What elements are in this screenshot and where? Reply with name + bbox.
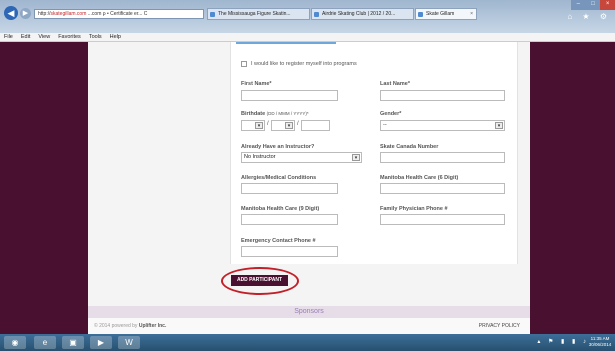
window-controls: – □ × [571,0,615,10]
back-button[interactable]: ◀ [4,6,18,20]
menu-edit[interactable]: Edit [21,33,30,41]
instructor-label: Already Have an Instructor? [241,144,315,150]
taskbar-ie-icon[interactable]: e [34,336,56,349]
skate-canada-label: Skate Canada Number [380,144,439,150]
gender-select[interactable]: -- ▾ [380,120,505,131]
start-button[interactable]: ◉ [4,336,26,349]
tab-favicon-icon [314,12,319,17]
tab-label: Skate Gillam [426,11,455,17]
tab-favicon-icon [210,12,215,17]
privacy-policy-link[interactable]: PRIVACY POLICY [479,318,520,334]
menu-bar: File Edit View Favorites Tools Help [0,33,615,42]
last-name-input[interactable] [380,90,505,101]
chevron-down-icon: ▾ [352,154,360,161]
birthdate-hint: (DD / MMM / YYYY)* [266,111,309,116]
forward-button[interactable]: ▶ [20,8,31,19]
chevron-down-icon: ▾ [285,122,293,129]
physician-phone-input[interactable] [380,214,505,225]
menu-tools[interactable]: Tools [89,33,102,41]
taskbar-media-icon[interactable]: ▶ [90,336,112,349]
address-suffix: ...com ρ • Certificate er... C [86,11,148,17]
manitoba-6-input[interactable] [380,183,505,194]
tab-close-icon[interactable]: × [470,9,473,19]
address-bar[interactable]: http://skategillam.com ...com ρ • Certif… [34,9,204,19]
chevron-down-icon: ▾ [255,122,263,129]
birthdate-label: Birthdate (DD / MMM / YYYY)* [241,111,309,117]
taskbar-explorer-icon[interactable]: ▣ [62,336,84,349]
menu-view[interactable]: View [38,33,50,41]
copyright-text: © 2014 powered by [94,323,139,329]
tab-skate-gillam[interactable]: Skate Gillam × [415,8,477,20]
birth-day-select[interactable]: ▾ [241,120,265,131]
chevron-down-icon: ▾ [495,122,503,129]
highlight-circle [221,267,299,295]
maximize-button[interactable]: □ [585,0,601,10]
instructor-select[interactable]: No Instructor ▾ [241,152,362,163]
register-myself-checkbox[interactable] [241,61,247,67]
allergies-input[interactable] [241,183,338,194]
gender-label: Gender* [380,111,402,117]
manitoba-6-label: Manitoba Health Care (6 Digit) [380,175,459,181]
gender-value: -- [383,122,387,128]
birth-month-select[interactable]: ▾ [271,120,295,131]
taskbar-word-icon[interactable]: W [118,336,140,349]
address-domain: skategillam.com [50,11,87,17]
address-prefix: http:// [38,11,51,17]
instructor-value: No Instructor [244,154,276,160]
date-separator: / [297,121,299,127]
form-top-accent [236,42,336,44]
page-side-right [530,42,615,334]
last-name-label: Last Name* [380,81,410,87]
window-close-button[interactable]: × [600,0,615,10]
first-name-label: First Name* [241,81,272,87]
menu-help[interactable]: Help [110,33,121,41]
birthdate-label-text: Birthdate [241,111,266,117]
emergency-phone-input[interactable] [241,246,338,257]
copyright: © 2014 powered by Uplifter Inc. [94,318,166,334]
date-separator: / [267,121,269,127]
tab-label: The Mississauga Figure Skatin... [218,11,291,17]
clock-date: 30/06/2014 [588,342,612,347]
sponsors-heading: Sponsors [88,306,530,318]
register-myself-label: I would like to register myself into pro… [251,61,357,67]
browser-chrome: ◀ ▶ http://skategillam.com ...com ρ • Ce… [0,0,615,33]
register-myself-option[interactable]: I would like to register myself into pro… [241,61,357,67]
toolbar-icons[interactable]: ⌂ ★ ⚙ [567,12,611,21]
tab-airdrie[interactable]: Airdrie Skating Club | 2012 / 20... [311,8,414,20]
taskbar-clock[interactable]: 11:35 AM 30/06/2014 [588,336,612,348]
system-tray-icons[interactable]: ▴ ⚑ ▮ ▮ ♪ [537,338,589,345]
menu-file[interactable]: File [4,33,13,41]
uplifter-link[interactable]: Uplifter Inc. [139,323,167,329]
page-side-left [0,42,88,334]
menu-favorites[interactable]: Favorites [58,33,81,41]
emergency-phone-label: Emergency Contact Phone # [241,238,316,244]
tab-favicon-icon [418,12,423,17]
manitoba-9-input[interactable] [241,214,338,225]
manitoba-9-label: Manitoba Health Care (9 Digit) [241,206,320,212]
skate-canada-input[interactable] [380,152,505,163]
first-name-input[interactable] [241,90,338,101]
physician-phone-label: Family Physician Phone # [380,206,448,212]
taskbar: ◉ e ▣ ▶ W ▴ ⚑ ▮ ▮ ♪ 11:35 AM 30/06/2014 [0,334,615,351]
allergies-label: Allergies/Medical Conditions [241,175,317,181]
tab-mississauga[interactable]: The Mississauga Figure Skatin... [207,8,310,20]
tab-label: Airdrie Skating Club | 2012 / 20... [322,11,396,17]
minimize-button[interactable]: – [571,0,586,10]
page-footer: © 2014 powered by Uplifter Inc. PRIVACY … [88,318,530,334]
page-content: I would like to register myself into pro… [88,42,530,334]
birth-year-input[interactable] [301,120,330,131]
